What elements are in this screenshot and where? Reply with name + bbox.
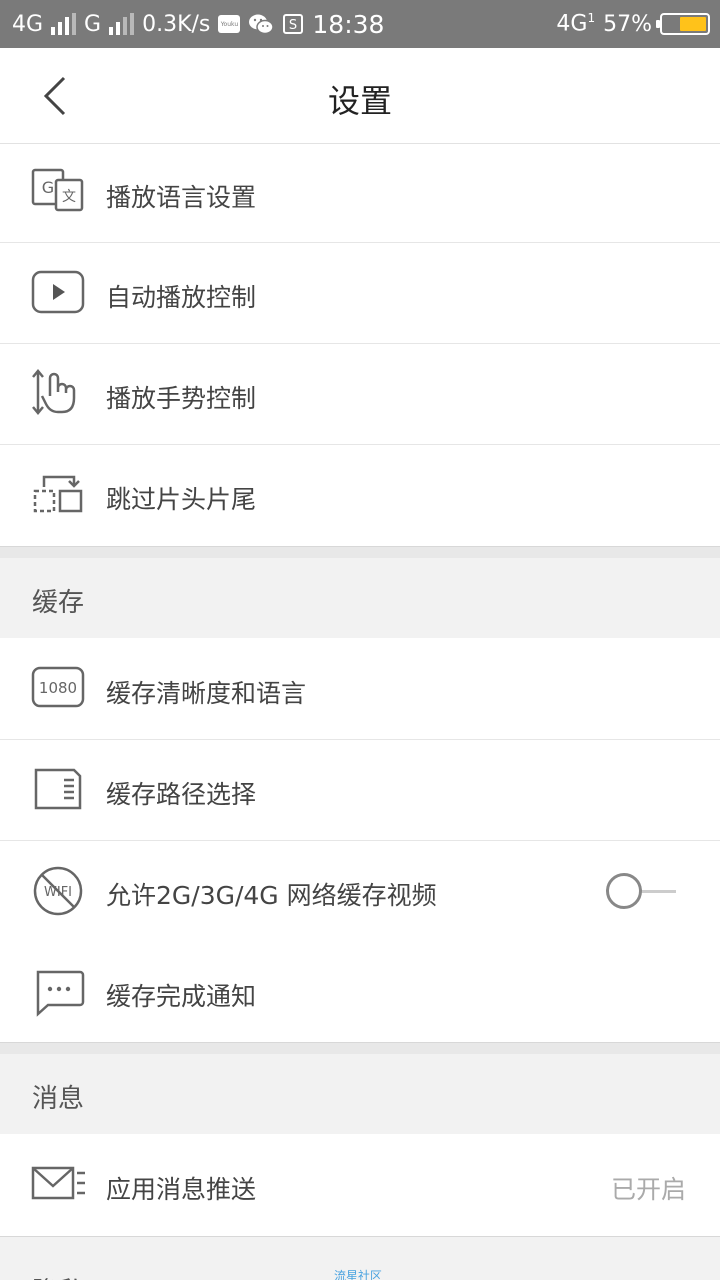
row-gesture[interactable]: 播放手势控制 <box>0 344 720 445</box>
page-title: 设置 <box>327 82 392 120</box>
status-right: 4G1 57% <box>556 0 710 48</box>
battery-level <box>680 17 706 31</box>
mobile-cache-toggle[interactable] <box>606 873 676 909</box>
row-label: 缓存清晰度和语言 <box>106 679 307 708</box>
row-skip-intro[interactable]: 跳过片头片尾 <box>0 445 720 546</box>
section-title: 消息 <box>32 1084 85 1114</box>
1080-icon-text: 1080 <box>39 679 77 697</box>
sdcard-icon <box>34 768 82 810</box>
battery-percent: 57% <box>603 11 652 37</box>
row-mobile-cache: WIFI 允许2G/3G/4G 网络缓存视频 <box>0 841 720 942</box>
status-left: 4G G 0.3K/s Youku S 18:38 <box>12 0 384 48</box>
wechat-icon <box>249 14 275 35</box>
row-label: 缓存路径选择 <box>106 780 257 809</box>
row-cache-notify[interactable]: 缓存完成通知 <box>0 942 720 1042</box>
push-status-value: 已开启 <box>610 1175 686 1204</box>
row-label: 播放语言设置 <box>106 183 257 212</box>
next-section-peek: 隐私 流星社区 <box>0 1236 720 1280</box>
sim-index: 1 <box>587 11 596 26</box>
translate-icon: G 文 <box>31 168 84 212</box>
network-type-2: G <box>84 11 102 37</box>
section-header-message: 消息 <box>0 1054 720 1134</box>
mail-icon <box>31 1166 85 1200</box>
no-wifi-icon: WIFI <box>33 866 83 916</box>
toggle-knob <box>606 873 642 909</box>
skip-icon <box>33 475 83 513</box>
row-label: 自动播放控制 <box>106 283 257 312</box>
network-speed: 0.3K/s <box>142 11 211 37</box>
youku-icon: Youku <box>218 15 241 33</box>
gesture-icon <box>32 369 76 415</box>
row-label: 播放手势控制 <box>106 384 257 413</box>
watermark: 流星社区 <box>334 1269 383 1280</box>
s-app-icon: S <box>283 14 304 34</box>
svg-text:S: S <box>289 18 297 33</box>
signal-icon-2 <box>109 13 135 35</box>
header-bar: 设置 <box>0 48 720 144</box>
row-cache-path[interactable]: 缓存路径选择 <box>0 740 720 841</box>
row-play-language[interactable]: G 文 播放语言设置 <box>0 144 720 243</box>
signal-icon <box>51 13 77 35</box>
clock: 18:38 <box>312 9 385 39</box>
section-title: 缓存 <box>32 588 85 618</box>
network-type-1: 4G <box>12 11 44 37</box>
play-icon <box>31 270 85 314</box>
status-bar: 4G G 0.3K/s Youku S 18:38 4G1 57% <box>0 0 720 48</box>
section-gap <box>0 1042 720 1054</box>
battery-icon <box>656 13 710 35</box>
svg-text:文: 文 <box>62 189 76 205</box>
row-label: 缓存完成通知 <box>106 982 257 1011</box>
row-autoplay[interactable]: 自动播放控制 <box>0 243 720 344</box>
section-header-cache: 缓存 <box>0 558 720 638</box>
network-type-3-label: 4G <box>556 11 588 37</box>
1080-icon: 1080 <box>31 666 85 708</box>
network-type-3: 4G1 <box>556 11 595 36</box>
row-label: 应用消息推送 <box>106 1175 257 1204</box>
section-title: 隐私 <box>32 1271 84 1280</box>
row-label: 跳过片头片尾 <box>106 485 257 514</box>
row-cache-quality[interactable]: 1080 缓存清晰度和语言 <box>0 638 720 740</box>
svg-text:G: G <box>42 178 54 197</box>
section-gap <box>0 546 720 558</box>
row-label: 允许2G/3G/4G 网络缓存视频 <box>106 881 437 910</box>
message-icon <box>36 970 85 1017</box>
row-push-notifications[interactable]: 应用消息推送 已开启 <box>0 1134 720 1236</box>
